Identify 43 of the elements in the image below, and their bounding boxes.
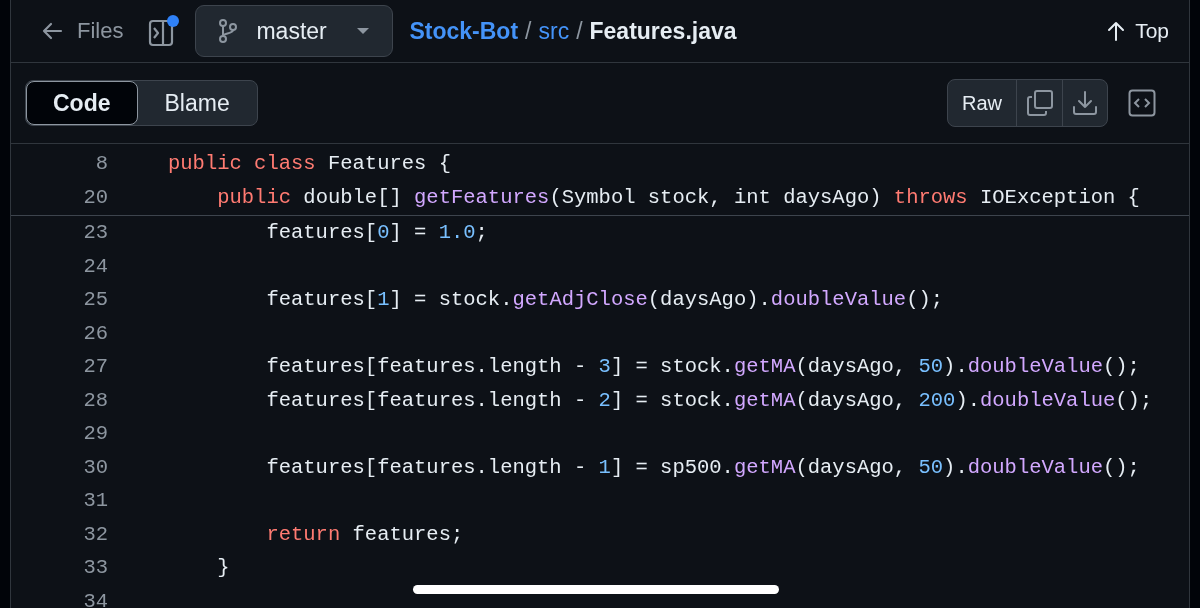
back-button[interactable]: Files: [41, 18, 124, 44]
symbols-button[interactable]: [1128, 89, 1156, 117]
code-line: features[1] = stock.getAdjClose(daysAgo).doubleValue();: [265, 288, 944, 312]
breadcrumb-link[interactable]: src: [538, 17, 570, 45]
code-line: return features;: [265, 522, 464, 546]
line-number: 20: [82, 185, 108, 209]
line-number: 33: [82, 556, 108, 580]
code-line: public class Features {: [168, 152, 451, 176]
file-name: Features.java: [589, 17, 737, 45]
line-number: 31: [82, 489, 108, 513]
line-number: 28: [82, 388, 108, 412]
line-number: 27: [82, 355, 108, 379]
line-number: 26: [82, 321, 108, 345]
line-number: 24: [82, 254, 108, 278]
download-icon: [1072, 90, 1098, 116]
line-number: 8: [94, 152, 108, 176]
path-separator: /: [576, 17, 583, 45]
path-separator: /: [525, 17, 532, 45]
code-line: features[features.length - 1] = sp500.getMA(daysAgo, 50).doubleValue();: [265, 455, 1140, 479]
line-number: 30: [82, 455, 108, 479]
line-number: 25: [82, 288, 108, 312]
breadcrumb-link[interactable]: Stock-Bot: [409, 17, 519, 45]
sidebar-panel-icon[interactable]: [147, 14, 182, 48]
line-number: 29: [82, 422, 108, 446]
view-tab[interactable]: Blame: [137, 81, 257, 125]
top-button[interactable]: Top: [1107, 19, 1169, 43]
code-icon: [1128, 89, 1156, 117]
up-arrow-icon: [1107, 21, 1126, 41]
code-line: features[features.length - 2] = stock.getMA(daysAgo, 200).doubleValue();: [265, 388, 1153, 412]
branch-selector[interactable]: master: [195, 5, 394, 57]
code-line: features[features.length - 3] = stock.getMA(daysAgo, 50).doubleValue();: [265, 355, 1140, 379]
code-line: }: [216, 556, 230, 580]
line-number: 23: [82, 221, 108, 245]
line-number: 32: [82, 522, 108, 546]
caret-icon: [356, 27, 371, 35]
copy-icon: [1025, 89, 1054, 117]
line-number: 34: [82, 589, 108, 608]
back-arrow-icon: [41, 22, 63, 40]
branch-icon: [218, 19, 239, 43]
view-tab[interactable]: Code: [26, 81, 138, 125]
code-line: public double[] getFeatures(Symbol stock, int daysAgo) throws IOException {: [216, 185, 1140, 209]
code-line: features[0] = 1.0;: [265, 221, 488, 245]
raw-button[interactable]: Raw: [948, 80, 1017, 126]
